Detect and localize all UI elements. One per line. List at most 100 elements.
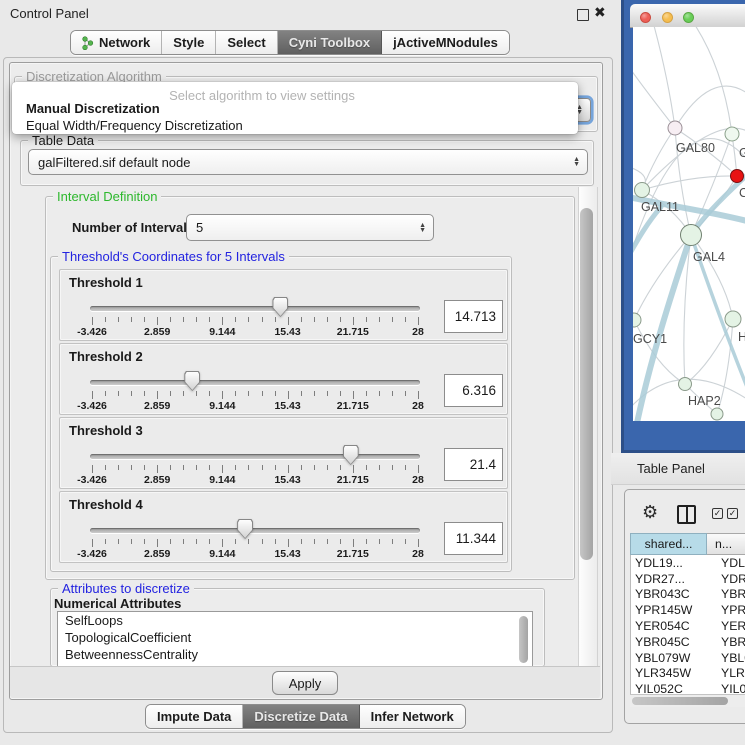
- slider-tick: [235, 539, 236, 544]
- slider-tick: [353, 391, 354, 399]
- slider-thumb[interactable]: [343, 445, 359, 465]
- network-view-canvas[interactable]: GAL80 GA C GAL11 GAL4 GCY1 H HAP2: [633, 27, 745, 421]
- minimize-light[interactable]: [662, 12, 673, 23]
- slider-tick: [327, 539, 328, 544]
- slider-track[interactable]: [90, 306, 420, 311]
- slider-tick: [262, 317, 263, 322]
- network-node-label[interactable]: GAL11: [641, 200, 679, 214]
- network-node[interactable]: [633, 313, 641, 327]
- slider-track[interactable]: [90, 528, 420, 533]
- split-columns-icon[interactable]: [677, 505, 696, 524]
- table-row[interactable]: YBL079WYBL0: [631, 650, 745, 666]
- table-hscrollbar-thumb[interactable]: [632, 697, 728, 705]
- network-node[interactable]: [681, 225, 702, 246]
- network-node[interactable]: [711, 408, 723, 420]
- tab-impute-data[interactable]: Impute Data: [146, 705, 243, 728]
- slider-tick: [327, 465, 328, 470]
- slider-tick: [314, 317, 315, 322]
- numerical-attributes-list[interactable]: SelfLoopsTopologicalCoefficientBetweenne…: [57, 611, 533, 667]
- threshold-value-field[interactable]: 14.713: [444, 300, 503, 333]
- tab-discretize-data[interactable]: Discretize Data: [243, 705, 359, 728]
- cell-shared-name: YPR145W: [631, 603, 711, 617]
- network-node[interactable]: [635, 183, 650, 198]
- table-header-row: shared... n...: [630, 533, 745, 555]
- float-panel-icon[interactable]: [577, 9, 589, 21]
- list-item-topologicalcoefficient[interactable]: TopologicalCoefficient: [58, 629, 532, 646]
- slider-thumb[interactable]: [184, 371, 200, 391]
- slider-tick: [92, 317, 93, 325]
- threshold-value-field[interactable]: 6.316: [444, 374, 503, 407]
- network-node-label[interactable]: GCY1: [633, 332, 667, 346]
- slider-tick: [144, 539, 145, 544]
- slider-thumb[interactable]: [272, 297, 288, 317]
- tab-label: Network: [99, 35, 150, 50]
- network-node[interactable]: [725, 127, 739, 141]
- table-row[interactable]: YBR045CYBR0: [631, 634, 745, 650]
- network-node-label[interactable]: C: [739, 186, 745, 200]
- slider-tick: [379, 391, 380, 396]
- slider-tick: [262, 465, 263, 470]
- tab-label: jActiveMNodules: [393, 35, 498, 50]
- threshold-value-field[interactable]: 21.4: [444, 448, 503, 481]
- tab-label: Impute Data: [157, 709, 231, 724]
- slider-tick: [288, 539, 289, 547]
- column-header-shared[interactable]: shared...: [630, 533, 707, 555]
- tab-infer-network[interactable]: Infer Network: [360, 705, 465, 728]
- network-node[interactable]: [668, 121, 682, 135]
- slider-tick: [340, 317, 341, 322]
- network-node-label[interactable]: GAL4: [693, 250, 725, 264]
- main-scrollbar-thumb[interactable]: [580, 208, 593, 560]
- apply-button[interactable]: Apply: [272, 671, 338, 695]
- checkbox-icon[interactable]: ✓: [727, 508, 738, 519]
- settings-gear-icon[interactable]: ⚙: [642, 502, 658, 523]
- table-data-combo[interactable]: galFiltered.sif default node ▲▼: [28, 149, 588, 175]
- tab-network[interactable]: Network: [71, 31, 162, 54]
- network-node[interactable]: [725, 311, 741, 327]
- slider-tick: [418, 391, 419, 399]
- list-item-betweennesscentrality[interactable]: BetweennessCentrality: [58, 646, 532, 663]
- table-row[interactable]: YLR345WYLR3: [631, 666, 745, 682]
- node-table: shared... n... YDL19...YDL1YDR27...YDR2Y…: [630, 533, 745, 707]
- table-row[interactable]: YDL19...YDL1: [631, 555, 745, 571]
- dropdown-item-equal-width[interactable]: Equal Width/Frequency Discretization: [14, 118, 255, 133]
- close-panel-icon[interactable]: ✖: [594, 4, 606, 21]
- tab-style[interactable]: Style: [162, 31, 216, 54]
- slider-tick: [327, 317, 328, 322]
- combo-value: galFiltered.sif default node: [29, 155, 587, 170]
- tab-cyni-toolbox[interactable]: Cyni Toolbox: [278, 31, 382, 54]
- top-tab-bar: Network StyleSelectCyni Toolbox jActiveMNo…: [70, 30, 510, 55]
- tab-select[interactable]: Select: [216, 31, 277, 54]
- network-node-label[interactable]: HAP2: [688, 394, 721, 408]
- slider-track[interactable]: [90, 454, 420, 459]
- slider-tick: [418, 539, 419, 547]
- network-node[interactable]: [679, 378, 692, 391]
- slider-thumb[interactable]: [237, 519, 253, 539]
- network-node-label[interactable]: GA: [739, 146, 745, 160]
- checkbox-icon[interactable]: ✓: [712, 508, 723, 519]
- table-panel-title: Table Panel: [637, 461, 705, 476]
- network-node-label[interactable]: H: [738, 330, 745, 344]
- table-row[interactable]: YDR27...YDR2: [631, 571, 745, 587]
- threshold-value-field[interactable]: 11.344: [444, 522, 503, 555]
- network-node[interactable]: [731, 170, 744, 183]
- thumb-face: [273, 298, 287, 316]
- table-row[interactable]: YBR043CYBR0: [631, 587, 745, 603]
- list-item-selfloops[interactable]: SelfLoops: [58, 612, 532, 629]
- slider-tick: [288, 465, 289, 473]
- number-of-intervals-spinner[interactable]: 5 ▲▼: [186, 214, 434, 241]
- tab-jactivemnodules[interactable]: jActiveMNodules: [382, 31, 509, 54]
- column-header-name[interactable]: n...: [707, 533, 745, 555]
- attributes-scrollbar-thumb[interactable]: [519, 616, 528, 663]
- table-hscrollbar-track[interactable]: [630, 694, 745, 707]
- close-light[interactable]: [640, 12, 651, 23]
- slider-tick: [327, 391, 328, 396]
- dropdown-item-manual-discretization[interactable]: Manual Discretization: [14, 101, 172, 116]
- slider-tick: [392, 391, 393, 396]
- network-node-label[interactable]: GAL80: [676, 141, 715, 155]
- slider-track[interactable]: [90, 380, 420, 385]
- slider-tick: [131, 465, 132, 470]
- table-row[interactable]: YER054CYER0: [631, 618, 745, 634]
- table-row[interactable]: YPR145WYPR1: [631, 602, 745, 618]
- zoom-light[interactable]: [683, 12, 694, 23]
- network-window-titlebar[interactable]: [630, 4, 745, 28]
